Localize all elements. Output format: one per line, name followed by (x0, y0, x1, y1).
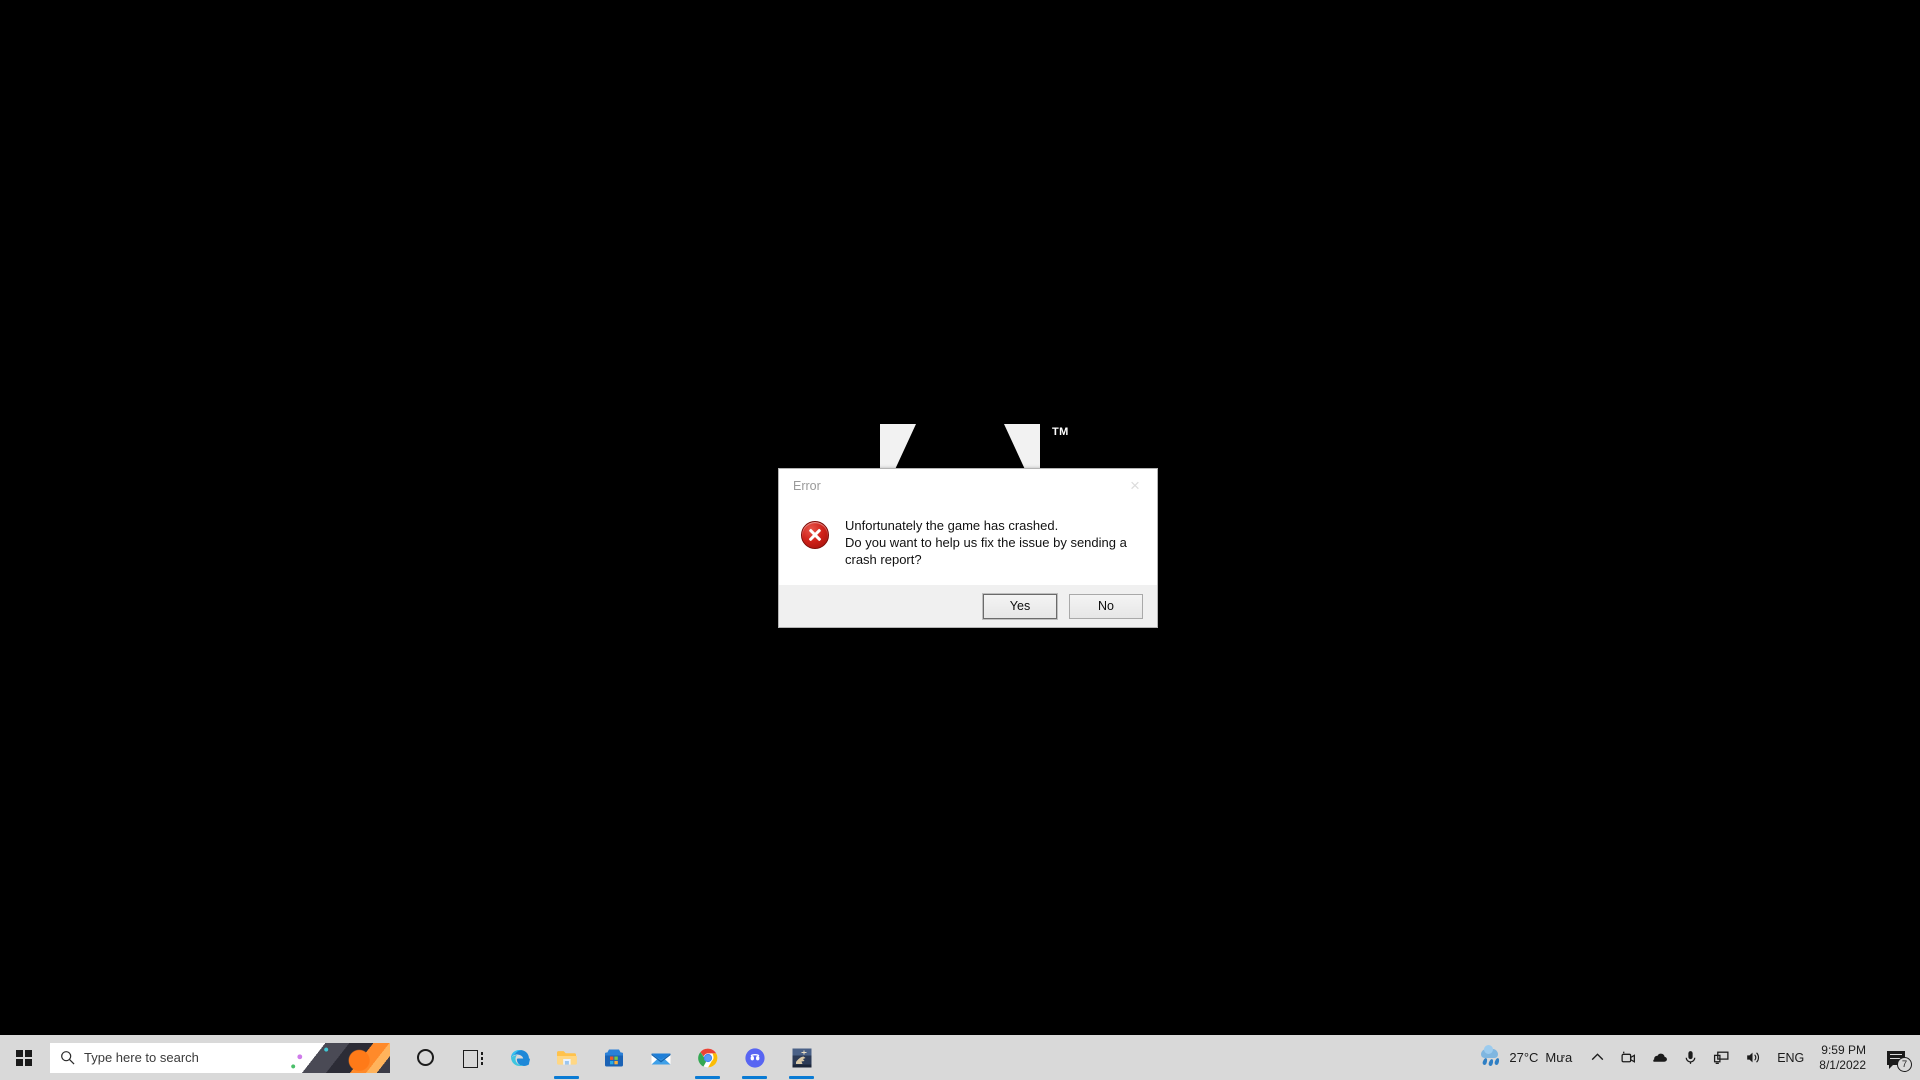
clock-time: 9:59 PM (1821, 1043, 1866, 1058)
dialog-button-bar: Yes No (779, 584, 1157, 627)
notification-center-button[interactable]: 7 (1876, 1035, 1916, 1080)
taskbar-item-microsoft-store[interactable] (590, 1035, 637, 1080)
clock-date: 8/1/2022 (1819, 1058, 1866, 1073)
search-decoration-graphic (280, 1043, 390, 1073)
weather-widget[interactable]: 27°C Mưa (1474, 1035, 1582, 1080)
close-icon[interactable]: × (1113, 471, 1157, 501)
taskbar-item-edge[interactable] (496, 1035, 543, 1080)
taskbar-item-discord[interactable] (731, 1035, 778, 1080)
taskbar-item-chrome[interactable] (684, 1035, 731, 1080)
desktop-background: TM GUERRILLA Error × Unfortunately the g… (0, 0, 1920, 1080)
google-chrome-icon (696, 1046, 720, 1070)
windows-logo-icon (16, 1050, 32, 1066)
rain-cloud-icon (1480, 1048, 1502, 1068)
network-monitor-icon (1713, 1049, 1730, 1066)
yes-button[interactable]: Yes (983, 594, 1057, 619)
weather-temperature: 27°C (1509, 1050, 1538, 1065)
search-placeholder-text: Type here to search (84, 1050, 199, 1065)
cortana-circle-icon (417, 1049, 434, 1066)
dialog-titlebar: Error × (779, 469, 1157, 503)
error-dialog: Error × Unfortunately the game has crash… (778, 468, 1158, 628)
search-icon (50, 1050, 84, 1065)
task-view-icon (463, 1050, 483, 1066)
task-view-button[interactable] (449, 1035, 496, 1080)
mail-envelope-icon (649, 1046, 673, 1070)
clock[interactable]: 9:59 PM 8/1/2022 (1813, 1035, 1876, 1080)
taskbar-item-mail[interactable] (637, 1035, 684, 1080)
dialog-body: Unfortunately the game has crashed. Do y… (779, 503, 1157, 584)
tray-microphone-button[interactable] (1675, 1035, 1706, 1080)
taskbar-item-game[interactable] (778, 1035, 825, 1080)
file-explorer-icon (555, 1046, 579, 1070)
start-button[interactable] (0, 1035, 48, 1080)
dialog-message-text: Unfortunately the game has crashed. Do y… (845, 515, 1141, 568)
cloud-icon (1651, 1049, 1668, 1066)
discord-icon (743, 1046, 767, 1070)
weather-condition: Mưa (1545, 1050, 1572, 1065)
no-button[interactable]: No (1069, 594, 1143, 619)
language-indicator[interactable]: ENG (1768, 1035, 1813, 1080)
show-hidden-icons-button[interactable] (1582, 1035, 1613, 1080)
notification-count-badge: 7 (1897, 1057, 1912, 1072)
tray-network-button[interactable] (1706, 1035, 1737, 1080)
camera-icon (1620, 1049, 1637, 1066)
trademark-symbol: TM (1052, 426, 1069, 438)
microsoft-store-icon (602, 1046, 626, 1070)
taskbar-item-file-explorer[interactable] (543, 1035, 590, 1080)
tray-camera-button[interactable] (1613, 1035, 1644, 1080)
chevron-up-icon (1589, 1049, 1606, 1066)
microsoft-edge-icon (508, 1046, 532, 1070)
error-circle-icon (801, 521, 829, 549)
taskbar: Type here to search (0, 1035, 1920, 1080)
tray-volume-button[interactable] (1737, 1035, 1768, 1080)
speaker-volume-icon (1744, 1049, 1761, 1066)
tray-onedrive-button[interactable] (1644, 1035, 1675, 1080)
dialog-title: Error (793, 479, 1113, 493)
taskbar-pinned-apps (402, 1035, 825, 1080)
game-app-icon (790, 1046, 814, 1070)
cortana-button[interactable] (402, 1035, 449, 1080)
system-tray: 27°C Mưa (1474, 1035, 1920, 1080)
search-input[interactable]: Type here to search (50, 1043, 390, 1073)
microphone-icon (1682, 1049, 1699, 1066)
